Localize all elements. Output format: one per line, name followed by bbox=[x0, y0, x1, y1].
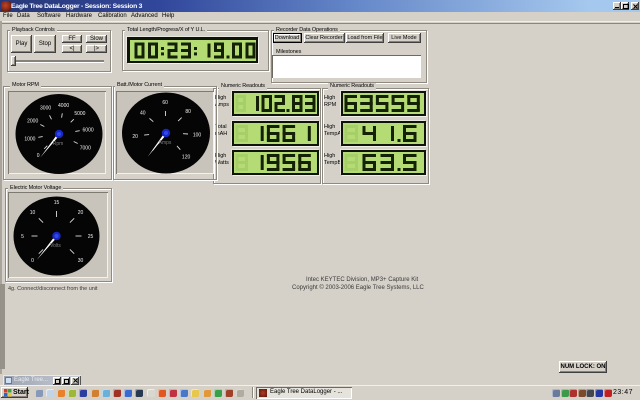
svg-text:4000: 4000 bbox=[58, 103, 69, 109]
svg-text:20: 20 bbox=[78, 210, 84, 216]
svg-text:60: 60 bbox=[162, 100, 168, 106]
svg-text:Rpm: Rpm bbox=[53, 141, 64, 147]
svg-text:3000: 3000 bbox=[40, 106, 51, 112]
svg-text:Amps: Amps bbox=[159, 140, 172, 146]
svg-text:1000: 1000 bbox=[24, 137, 35, 143]
svg-text:10: 10 bbox=[30, 210, 36, 216]
svg-text:0: 0 bbox=[37, 153, 40, 159]
svg-text:5: 5 bbox=[21, 234, 24, 240]
svg-text:5000: 5000 bbox=[74, 111, 85, 117]
svg-text:15: 15 bbox=[54, 200, 60, 206]
svg-text:40: 40 bbox=[140, 110, 146, 116]
svg-text:Volts: Volts bbox=[50, 243, 61, 249]
svg-text:120: 120 bbox=[182, 155, 191, 161]
svg-text:0: 0 bbox=[31, 258, 34, 264]
svg-text:7000: 7000 bbox=[80, 145, 91, 151]
svg-text:80: 80 bbox=[185, 109, 191, 115]
svg-text:25: 25 bbox=[88, 234, 94, 240]
svg-text:6000: 6000 bbox=[83, 127, 94, 133]
svg-text:30: 30 bbox=[78, 258, 84, 264]
svg-text:20: 20 bbox=[132, 134, 138, 140]
svg-text:2000: 2000 bbox=[27, 119, 38, 125]
svg-text:100: 100 bbox=[193, 132, 202, 138]
